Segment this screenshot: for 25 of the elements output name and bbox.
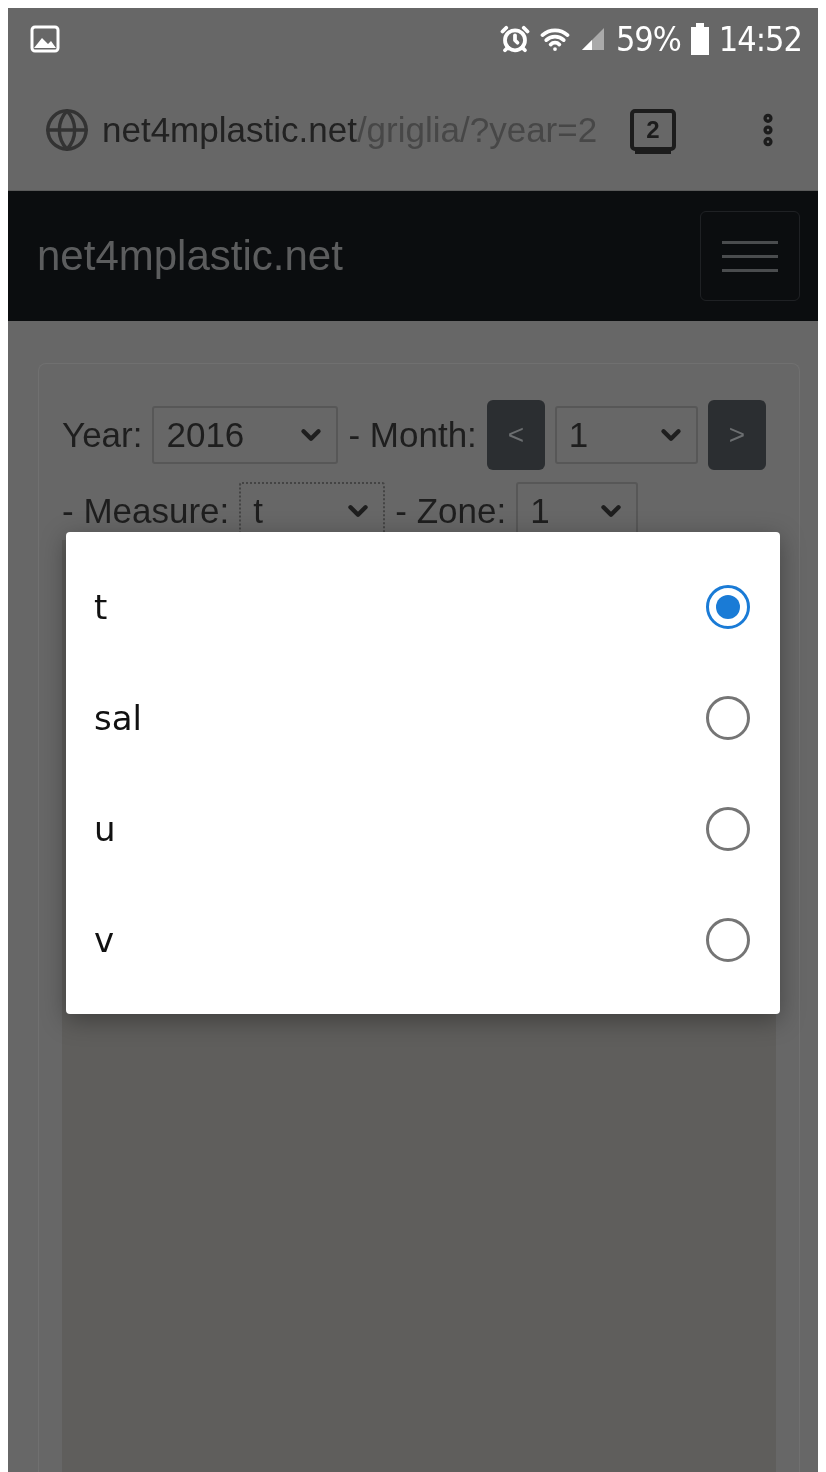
option-row[interactable]: t [66,551,780,662]
radio-button[interactable] [706,917,750,962]
measure-label: - Measure: [62,491,230,531]
tab-count-button[interactable]: 2 [630,109,676,151]
option-row[interactable]: u [66,773,780,884]
image-icon [30,25,60,53]
option-row[interactable]: sal [66,662,780,773]
month-select[interactable]: 1 [554,406,698,464]
globe-icon [44,107,90,153]
next-month-button[interactable]: > [707,400,766,470]
radio-button[interactable] [706,584,750,629]
radio-button[interactable] [706,695,750,740]
alarm-icon [499,24,530,54]
radio-button[interactable] [706,806,750,851]
year-label: Year: [62,415,143,455]
year-select[interactable]: 2016 [152,406,339,464]
clock-time: 14:52 [718,19,802,59]
zone-label: - Zone: [395,491,507,531]
option-row[interactable]: v [66,884,780,995]
site-brand[interactable]: net4mplastic.net [37,232,343,280]
previous-month-button[interactable]: < [486,400,545,470]
month-label: - Month: [348,415,477,455]
battery-icon [690,23,709,55]
menu-toggle-button[interactable] [700,211,800,301]
battery-percentage: 59% [615,19,681,59]
